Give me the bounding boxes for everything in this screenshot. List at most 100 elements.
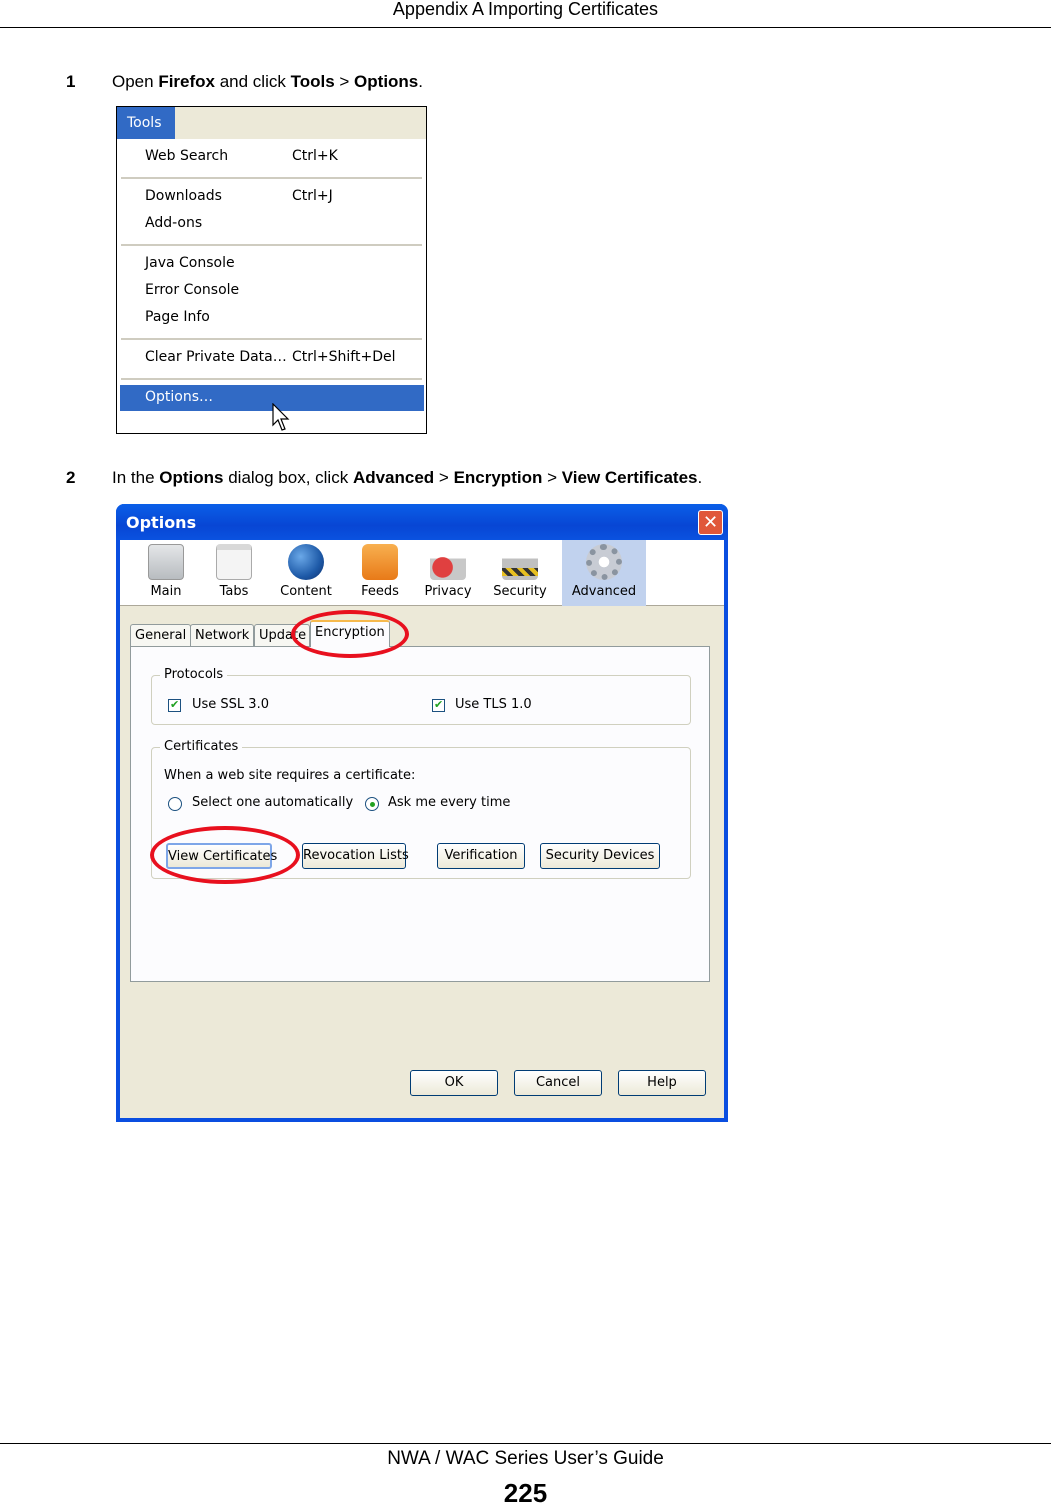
ask-every-time-label: Ask me every time (388, 795, 511, 810)
step-text: In the (112, 468, 160, 487)
step-bold-encryption: Encryption (453, 468, 543, 487)
menu-item-web-search[interactable]: Web Search Ctrl+K (117, 144, 426, 168)
step-text: > (542, 468, 562, 487)
menu-separator (121, 378, 422, 380)
step-text: . (418, 72, 423, 91)
toolbar-label: Advanced (571, 584, 637, 599)
revocation-lists-button[interactable]: Revocation Lists (302, 843, 409, 869)
toolbar-advanced[interactable]: Advanced (562, 540, 646, 606)
step-number: 1 (66, 72, 76, 91)
step-number: 2 (66, 468, 76, 487)
protocols-legend: Protocols (160, 667, 228, 682)
step-bold-advanced: Advanced (352, 468, 435, 487)
rss-feed-icon (362, 544, 398, 580)
menu-separator (121, 338, 422, 340)
toolbar-security[interactable]: Security (486, 540, 554, 606)
menu-item-label: Java Console (145, 255, 235, 271)
menu-item-add-ons[interactable]: Add-ons (117, 211, 426, 235)
step-text: Open (112, 72, 159, 91)
dialog-titlebar: Options ✕ (116, 504, 728, 540)
step-bold-view-certificates: View Certificates (561, 468, 698, 487)
menu-separator (121, 244, 422, 246)
use-tls-label: Use TLS 1.0 (455, 697, 532, 712)
use-ssl-label: Use SSL 3.0 (192, 697, 269, 712)
close-icon[interactable]: ✕ (698, 510, 723, 535)
page-header: Appendix A Importing Certificates (0, 0, 1051, 28)
step-text: > (434, 468, 454, 487)
step-text: dialog box, click (223, 468, 353, 487)
tab-encryption[interactable]: Encryption (310, 620, 390, 647)
tabs-window-icon (216, 544, 252, 580)
security-devices-button[interactable]: Security Devices (540, 843, 660, 869)
toolbar-label: Privacy (424, 584, 472, 599)
toolbar-label: Tabs (219, 584, 249, 599)
menu-item-label: Add-ons (145, 215, 203, 231)
step-bold-firefox: Firefox (158, 72, 215, 91)
select-automatically-label: Select one automatically (192, 795, 354, 810)
step-bold-options: Options (354, 72, 419, 91)
gear-icon (586, 544, 622, 580)
step-bold-tools: Tools (290, 72, 335, 91)
menu-item-label: Downloads (145, 188, 222, 204)
footer-guide-title: NWA / WAC Series User’s Guide (387, 1448, 664, 1469)
step-text: and click (215, 72, 291, 91)
step-bold-options: Options (159, 468, 224, 487)
toolbar-tabs[interactable]: Tabs (200, 540, 268, 606)
toolbar-label: Main (150, 584, 182, 599)
view-certificates-button[interactable]: View Certificates (166, 843, 277, 869)
menu-bar: Tools (117, 107, 426, 139)
tab-network[interactable]: Network (190, 624, 255, 646)
menu-item-label: Clear Private Data… (145, 349, 287, 365)
help-button[interactable]: Help (618, 1070, 706, 1096)
toolbar-privacy[interactable]: Privacy (414, 540, 482, 606)
menu-item-label: Page Info (145, 309, 210, 325)
menu-item-error-console[interactable]: Error Console (117, 278, 426, 302)
menu-item-java-console[interactable]: Java Console (117, 251, 426, 275)
step-2: 2 In the Options dialog box, click Advanc… (66, 468, 702, 488)
step-1: 1 Open Firefox and click Tools > Options. (66, 72, 423, 92)
unlocked-padlock-icon (430, 544, 466, 580)
options-dialog: Options ✕ Main Tabs Content Feeds Privac… (116, 504, 728, 1122)
menu-item-clear-private-data[interactable]: Clear Private Data… Ctrl+Shift+Del (117, 345, 426, 369)
toolbar-label: Feeds (361, 584, 399, 599)
footer-divider (0, 1443, 1051, 1444)
menu-item-label: Web Search (145, 148, 229, 164)
toolbar-content[interactable]: Content (272, 540, 340, 606)
menu-separator (121, 177, 422, 179)
certificate-prompt: When a web site requires a certificate: (164, 768, 416, 783)
tools-menu-screenshot: Tools Web Search Ctrl+K Downloads Ctrl+J A… (116, 106, 427, 434)
protocols-group: Protocols Use SSL 3.0 Use TLS 1.0 (151, 667, 691, 725)
cancel-button[interactable]: Cancel (514, 1070, 602, 1096)
step-text: . (697, 468, 703, 487)
menu-item-downloads[interactable]: Downloads Ctrl+J (117, 184, 426, 208)
encryption-panel: Protocols Use SSL 3.0 Use TLS 1.0 Certif… (130, 646, 710, 982)
menu-item-label: Options… (145, 389, 214, 405)
padlock-icon (502, 544, 538, 580)
certificates-legend: Certificates (160, 739, 243, 754)
ok-button[interactable]: OK (410, 1070, 498, 1096)
menu-item-shortcut: Ctrl+J (292, 188, 333, 204)
tab-update[interactable]: Update (254, 624, 310, 646)
toolbar-label: Content (280, 584, 332, 599)
main-switch-icon (148, 544, 184, 580)
certificates-group: Certificates When a web site requires a … (151, 739, 691, 879)
use-tls-checkbox[interactable] (432, 698, 445, 712)
menu-item-shortcut: Ctrl+K (292, 148, 338, 164)
menu-item-label: Error Console (145, 282, 240, 298)
dialog-title: Options (126, 513, 197, 532)
ask-every-time-radio[interactable] (365, 797, 379, 811)
toolbar-feeds[interactable]: Feeds (346, 540, 414, 606)
page-number: 225 (503, 1478, 548, 1508)
verification-button[interactable]: Verification (437, 843, 525, 869)
tools-menu-button[interactable]: Tools (117, 107, 175, 139)
toolbar-main[interactable]: Main (132, 540, 200, 606)
toolbar-label: Security (493, 584, 547, 599)
options-toolbar: Main Tabs Content Feeds Privacy Security… (120, 540, 724, 606)
menu-item-shortcut: Ctrl+Shift+Del (292, 349, 396, 365)
tab-general[interactable]: General (130, 624, 192, 646)
select-automatically-radio[interactable] (168, 797, 182, 811)
globe-icon (288, 544, 324, 580)
use-ssl-checkbox[interactable] (168, 698, 181, 712)
mouse-cursor-icon (272, 403, 290, 431)
menu-item-page-info[interactable]: Page Info (117, 305, 426, 329)
